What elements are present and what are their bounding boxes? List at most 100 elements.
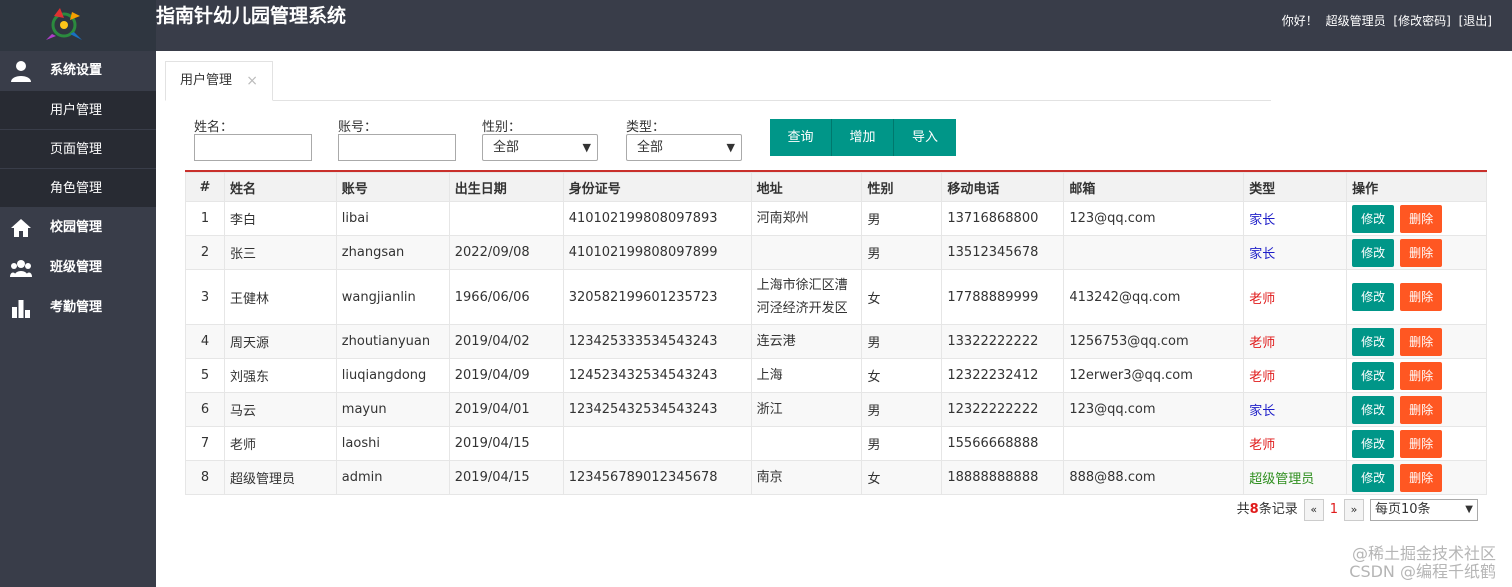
cell-id-number: 123456789012345678 xyxy=(562,460,752,495)
cell-gender: 女 xyxy=(861,358,943,393)
sidebar-item-class-management[interactable]: 班级管理 xyxy=(0,248,156,288)
cell-gender: 男 xyxy=(861,201,943,236)
delete-button[interactable]: 删除 xyxy=(1400,463,1443,492)
cell-type: 家长 xyxy=(1243,201,1348,236)
per-page-select[interactable]: 每页10条 ▼ xyxy=(1370,499,1478,521)
logout-link[interactable]: [退出] xyxy=(1459,14,1492,28)
gender-select[interactable]: 全部 ▼ xyxy=(482,134,598,161)
sidebar: 系统设置 用户管理 页面管理 角色管理 校园管理 班级管理 考勤管理 xyxy=(0,51,156,587)
sidebar-item-attendance-management[interactable]: 考勤管理 xyxy=(0,288,156,328)
gender-filter: 性别： 全部 ▼ xyxy=(482,116,598,161)
delete-button[interactable]: 删除 xyxy=(1400,395,1443,424)
cell-address: 南京 xyxy=(750,460,863,495)
total-count: 8 xyxy=(1249,502,1259,517)
cell-gender: 女 xyxy=(861,460,943,495)
delete-button[interactable]: 删除 xyxy=(1400,283,1443,311)
cell-birth-date: 2019/04/09 xyxy=(448,358,564,393)
sidebar-item-label: 校园管理 xyxy=(50,220,103,235)
column-header: 类型 xyxy=(1243,172,1348,202)
delete-button[interactable]: 删除 xyxy=(1400,327,1443,356)
row-number: 5 xyxy=(185,358,225,393)
cell-address: 河南郑州 xyxy=(750,201,863,236)
delete-button[interactable]: 删除 xyxy=(1400,238,1443,267)
cell-id-number: 410102199808097899 xyxy=(562,235,752,270)
cell-email xyxy=(1063,235,1245,270)
cell-id-number: 124523432534543243 xyxy=(562,358,752,393)
pagination: 共8条记录 « 1 » 每页10条 ▼ xyxy=(1231,499,1478,521)
cell-actions: 修改 删除 xyxy=(1346,426,1487,461)
sidebar-item-label: 系统设置 xyxy=(50,63,103,78)
cell-account: wangjianlin xyxy=(335,269,450,325)
column-header: # xyxy=(185,172,225,202)
cell-phone: 15566668888 xyxy=(941,426,1065,461)
edit-button[interactable]: 修改 xyxy=(1352,395,1395,424)
account-filter-label: 账号： xyxy=(338,120,378,135)
cell-type: 家长 xyxy=(1243,235,1348,270)
user-table-container: # 姓名 账号 出生日期 身份证号 地址 性别 移动电话 邮箱 类型 操作 1李… xyxy=(185,170,1487,495)
main-content: 用户管理 × 姓名： 账号： 性别： 全部 ▼ 类型： 全部 ▼ 查询 增加 导… xyxy=(156,51,1512,587)
cell-account: admin xyxy=(335,460,450,495)
edit-button[interactable]: 修改 xyxy=(1352,463,1395,492)
cell-email: 413242@qq.com xyxy=(1063,269,1245,325)
edit-button[interactable]: 修改 xyxy=(1352,429,1395,458)
type-select[interactable]: 全部 ▼ xyxy=(626,134,742,161)
cell-account: zhoutianyuan xyxy=(335,324,450,359)
delete-button[interactable]: 删除 xyxy=(1400,361,1443,390)
delete-button[interactable]: 删除 xyxy=(1400,429,1443,458)
sidebar-item-role-management[interactable]: 角色管理 xyxy=(0,169,156,208)
edit-button[interactable]: 修改 xyxy=(1352,238,1395,267)
tab-label: 用户管理 xyxy=(180,73,233,88)
cell-birth-date: 2019/04/15 xyxy=(448,426,564,461)
edit-button[interactable]: 修改 xyxy=(1352,327,1395,356)
cell-birth-date: 2022/09/08 xyxy=(448,235,564,270)
close-icon[interactable]: × xyxy=(246,62,258,100)
cell-id-number: 123425333534543243 xyxy=(562,324,752,359)
cell-type: 老师 xyxy=(1243,426,1348,461)
sidebar-item-user-management[interactable]: 用户管理 xyxy=(0,91,156,130)
current-page[interactable]: 1 xyxy=(1330,499,1338,521)
tab-user-management[interactable]: 用户管理 × xyxy=(165,61,273,101)
table-row: 2 张三 zhangsan 2022/09/08 410102199808097899 男… xyxy=(185,235,1487,270)
watermark-line: CSDN @编程千纸鹤 xyxy=(1349,562,1496,581)
sidebar-item-page-management[interactable]: 页面管理 xyxy=(0,130,156,169)
watermark: @稀土掘金技术社区 CSDN @编程千纸鹤 xyxy=(1349,545,1496,581)
cell-birth-date: 1966/06/06 xyxy=(448,269,564,325)
row-number: 7 xyxy=(185,426,225,461)
cell-gender: 男 xyxy=(861,235,943,270)
chevron-down-icon: ▼ xyxy=(582,141,591,154)
prev-page-button[interactable]: « xyxy=(1303,499,1324,521)
change-password-link[interactable]: [修改密码] xyxy=(1393,14,1450,28)
add-button[interactable]: 增加 xyxy=(832,119,894,156)
column-header: 性别 xyxy=(861,172,943,202)
import-button[interactable]: 导入 xyxy=(894,119,956,156)
cell-actions: 修改 删除 xyxy=(1346,392,1487,427)
edit-button[interactable]: 修改 xyxy=(1352,283,1395,311)
column-header: 账号 xyxy=(335,172,450,202)
delete-button[interactable]: 删除 xyxy=(1400,204,1443,233)
query-button[interactable]: 查询 xyxy=(770,119,832,156)
cell-type: 老师 xyxy=(1243,324,1348,359)
cell-email: 123@qq.com xyxy=(1063,392,1245,427)
cell-email xyxy=(1063,426,1245,461)
cell-gender: 女 xyxy=(861,269,943,325)
cell-account: libai xyxy=(335,201,450,236)
cell-actions: 修改 删除 xyxy=(1346,235,1487,270)
cell-actions: 修改 删除 xyxy=(1346,358,1487,393)
cell-gender: 男 xyxy=(861,392,943,427)
cell-actions: 修改 删除 xyxy=(1346,460,1487,495)
cell-type: 老师 xyxy=(1243,358,1348,393)
sidebar-item-label: 班级管理 xyxy=(50,260,103,275)
next-page-button[interactable]: » xyxy=(1344,499,1364,521)
cell-address xyxy=(750,235,863,270)
sidebar-item-system-settings[interactable]: 系统设置 xyxy=(0,51,156,91)
cell-email: 1256753@qq.com xyxy=(1063,324,1245,359)
address-line: 南京 xyxy=(756,470,783,485)
edit-button[interactable]: 修改 xyxy=(1352,361,1395,390)
edit-button[interactable]: 修改 xyxy=(1352,204,1395,233)
sidebar-item-label: 考勤管理 xyxy=(50,300,103,315)
name-input[interactable] xyxy=(194,134,312,161)
sidebar-item-campus-management[interactable]: 校园管理 xyxy=(0,208,156,248)
cell-account: laoshi xyxy=(335,426,450,461)
account-input[interactable] xyxy=(338,134,456,161)
type-select-value: 全部 xyxy=(637,140,664,155)
